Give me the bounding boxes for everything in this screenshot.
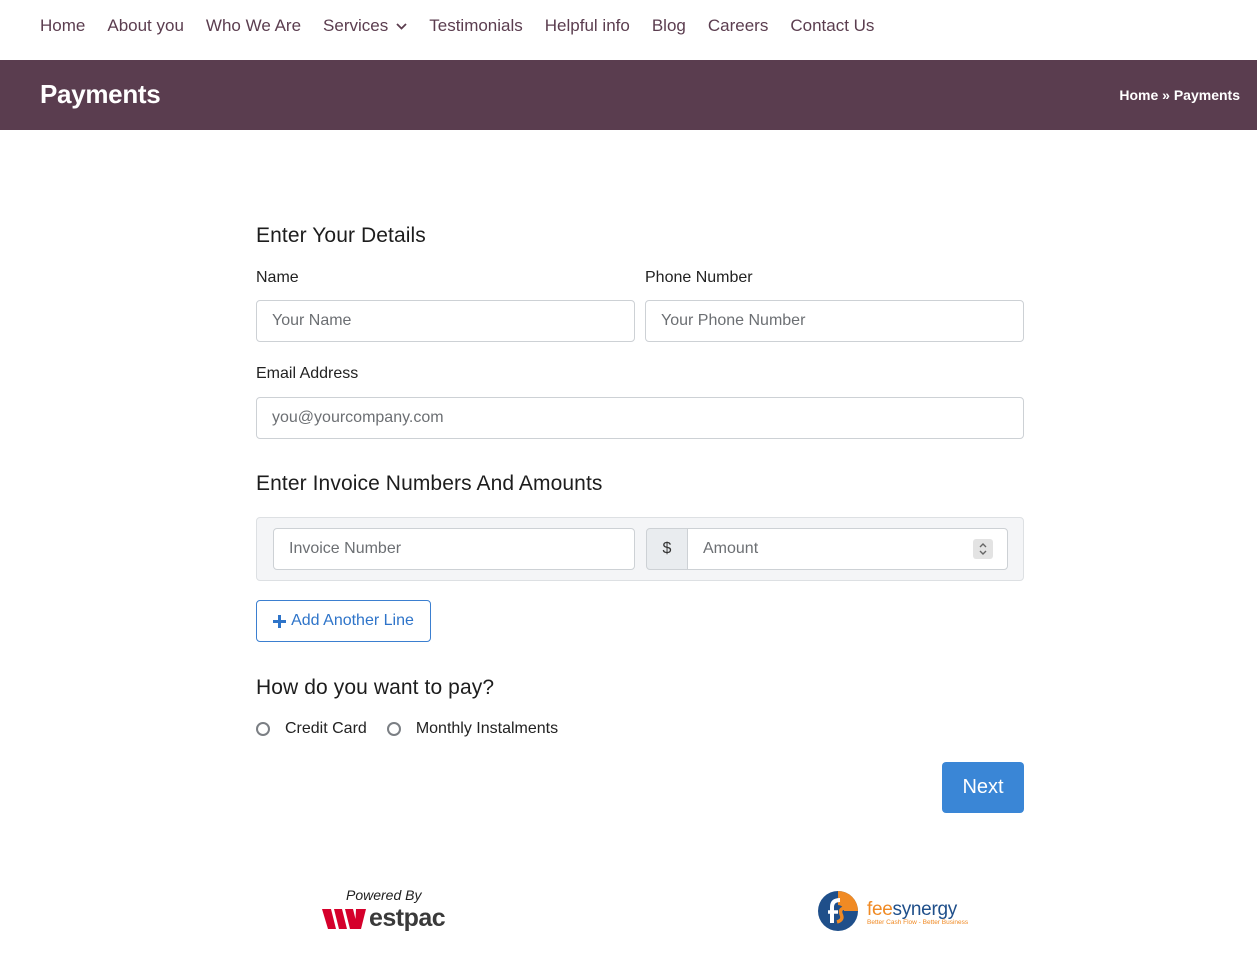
breadcrumb-home-link[interactable]: Home [1119,87,1158,103]
feesynergy-fee-text: fee [867,899,893,921]
plus-icon [273,614,287,628]
nav-item-contact-us[interactable]: Contact Us [790,16,874,36]
credit-card-label[interactable]: Credit Card [285,720,367,738]
feesynergy-tagline: Better Cash Flow - Better Business [867,919,969,927]
westpac-logo: estpac [322,904,446,933]
breadcrumb-current: Payments [1173,87,1240,103]
nav-item-testimonials[interactable]: Testimonials [429,16,523,36]
phone-label: Phone Number [645,269,753,286]
invoice-line-row: $ [256,517,1024,581]
feesynergy-logo: feesynergy Better Cash Flow - Better Bus… [817,890,968,937]
feesynergy-emblem-icon [817,890,859,937]
email-input[interactable] [256,397,1024,439]
details-heading: Enter Your Details [256,224,426,247]
nav-item-label: Who We Are [205,16,302,35]
nav-item-helpful-info[interactable]: Helpful info [545,16,630,36]
nav-item-label: Helpful info [544,16,630,35]
currency-addon: $ [646,528,688,570]
amount-input[interactable] [688,529,958,569]
breadcrumb: Home » Payments [1119,87,1240,103]
monthly-instalments-radio[interactable] [386,722,401,736]
feesynergy-wordmark: feesynergy Better Cash Flow - Better Bus… [867,900,968,927]
powered-by-text: Powered By [346,887,422,903]
name-input[interactable] [256,300,635,342]
nav-item-services[interactable]: Services [323,16,407,36]
nav-item-about-you[interactable]: About you [107,16,184,36]
top-navigation: Home About you Who We Are Services Testi… [0,0,1257,60]
breadcrumb-separator: » [1162,87,1170,103]
nav-menu: Home About you Who We Are Services Testi… [0,0,1257,52]
payment-method-options: Credit Card Monthly Instalments [256,720,578,738]
payment-method-heading: How do you want to pay? [256,676,495,699]
add-another-line-label: Add Another Line [291,612,414,629]
add-another-line-button[interactable]: Add Another Line [256,600,431,642]
nav-item-label: About you [107,16,184,35]
invoice-number-input[interactable] [273,528,635,570]
monthly-instalments-label[interactable]: Monthly Instalments [416,720,558,738]
name-label: Name [256,269,299,286]
invoices-heading: Enter Invoice Numbers And Amounts [256,472,603,495]
nav-item-label: Blog [651,16,686,35]
phone-input[interactable] [645,300,1024,342]
page-title: Payments [40,79,161,109]
nav-item-label: Careers [707,16,769,35]
westpac-w-icon [322,907,368,931]
feesynergy-synergy-text: synergy [892,899,958,921]
nav-item-label: Services [323,16,389,35]
chevron-down-icon [396,22,407,30]
nav-item-label: Testimonials [429,16,523,35]
nav-item-who-we-are[interactable]: Who We Are [206,16,301,36]
nav-item-home[interactable]: Home [40,16,85,36]
next-button[interactable]: Next [942,762,1024,813]
nav-item-label: Contact Us [790,16,875,35]
amount-field [687,528,1008,570]
nav-item-careers[interactable]: Careers [708,16,768,36]
westpac-wordmark: estpac [369,904,446,932]
nav-item-label: Home [40,16,86,35]
page-header-band: Payments Home » Payments [0,60,1257,130]
nav-item-blog[interactable]: Blog [652,16,686,36]
credit-card-radio[interactable] [256,722,270,736]
email-label: Email Address [256,365,359,382]
number-spinner-icon[interactable] [973,539,993,559]
